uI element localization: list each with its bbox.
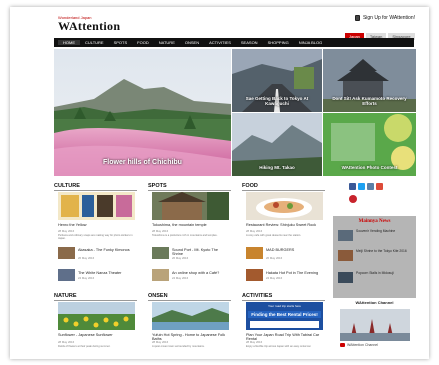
news-item-2-title: Meiji Shrine to the Tokyo Kite 2016 xyxy=(356,249,407,253)
hero-tile-1[interactable]: Sae Getting Back to Tokyo At Kawaguchi xyxy=(232,49,322,112)
play-icon[interactable] xyxy=(340,343,345,347)
section-culture-heading[interactable]: CULTURE xyxy=(54,183,137,191)
news-item-3-image xyxy=(338,272,353,283)
hero-main-slide[interactable]: Flower hills of Chichibu xyxy=(54,49,231,176)
hero-caption: Flower hills of Chichibu xyxy=(103,159,182,166)
spots-item-1-date: 26 May 2016 xyxy=(172,256,189,260)
site-logo[interactable]: WAttention xyxy=(58,19,120,34)
culture-item-1-date: 26 May 2016 xyxy=(78,256,95,260)
food-item-2-image[interactable] xyxy=(246,269,263,281)
food-feature-title[interactable]: Restaurant Review: Shinjuku Sweet Rock xyxy=(246,223,323,227)
pinterest-icon[interactable] xyxy=(349,195,357,203)
main-nav: HOME CULTURE SPOTS FOOD NATURE ONSEN ACT… xyxy=(54,38,414,47)
signup-label: Sign Up for WAttention! xyxy=(362,15,415,21)
facebook-icon[interactable] xyxy=(349,183,356,190)
food-item-2-date: 24 May 2016 xyxy=(266,276,283,280)
news-title: Mainnya News xyxy=(358,219,391,224)
food-feature-text: A cosy cafe with great desserts near the… xyxy=(246,234,302,237)
culture-feature-image[interactable] xyxy=(58,192,135,220)
nature-feature-image[interactable] xyxy=(58,302,135,330)
nav-ninja-blog[interactable]: NINJA BLOG xyxy=(294,40,328,45)
activities-feature-date: 28 May 2016 xyxy=(246,340,263,344)
nav-food[interactable]: FOOD xyxy=(132,40,154,45)
channel-heading: WAttention Channel xyxy=(355,300,394,305)
activities-banner-main: Finding the Best Rental Prices! xyxy=(248,311,321,318)
section-food-heading[interactable]: FOOD xyxy=(242,183,325,191)
food-item-1-image[interactable] xyxy=(246,247,263,259)
food-feature-image[interactable] xyxy=(246,192,323,220)
channel-caption: WAttention Channel xyxy=(347,343,378,347)
activities-banner-top: Your road trip starts here xyxy=(268,304,301,308)
food-item-1-title[interactable]: MAD BURGERS xyxy=(266,248,323,252)
spots-feature-title[interactable]: Tokushima, the mountain temple xyxy=(152,223,229,227)
nav-season[interactable]: SEASON xyxy=(236,40,263,45)
twitter-icon[interactable] xyxy=(358,183,365,190)
spots-item-2-title[interactable]: An online shop with a Café? xyxy=(172,271,229,275)
spots-item-2-image[interactable] xyxy=(152,269,169,281)
onsen-feature-image[interactable] xyxy=(152,302,229,330)
hero-tile-3-caption: Hiking Mt. Takao xyxy=(259,165,295,170)
nav-activities[interactable]: ACTIVITIES xyxy=(204,40,236,45)
signup-link[interactable]: Sign Up for WAttention! xyxy=(354,15,415,21)
food-item-1-date: 26 May 2016 xyxy=(266,256,283,260)
section-onsen-heading[interactable]: ONSEN xyxy=(148,293,231,301)
spots-feature-date: 28 May 2016 xyxy=(152,229,169,233)
hero-tile-1-caption: Sae Getting Back to Tokyo At Kawaguchi xyxy=(245,96,309,106)
culture-item-1-title[interactable]: Akasaka - The Funky Kimonos xyxy=(78,248,135,252)
nav-shopping[interactable]: SHOPPING xyxy=(263,40,294,45)
food-feature-date: 28 May 2016 xyxy=(246,229,263,233)
culture-feature-date: 28 May 2016 xyxy=(58,229,75,233)
nature-feature-title[interactable]: Sunflower - Japanese Sunflower xyxy=(58,333,135,337)
nav-nature[interactable]: NATURE xyxy=(154,40,180,45)
nature-feature-date: 28 May 2016 xyxy=(58,340,75,344)
mail-icon[interactable] xyxy=(367,183,374,190)
spots-item-1-image[interactable] xyxy=(152,247,169,259)
culture-feature-title[interactable]: Henro the Yellow xyxy=(58,223,135,227)
nature-feature-text: Fields of flowers at their peak during s… xyxy=(58,345,111,348)
spots-item-2-date: 24 May 2016 xyxy=(172,276,189,280)
activities-banner[interactable]: Your road trip starts here Finding the B… xyxy=(246,302,323,330)
activities-feature-text: Enjoy a flexible trip across Japan with … xyxy=(246,345,312,348)
culture-item-2-image[interactable] xyxy=(58,269,75,281)
hero-image xyxy=(54,49,231,176)
section-nature-heading[interactable]: NATURE xyxy=(54,293,137,301)
culture-item-2-date: 24 May 2016 xyxy=(78,276,95,280)
news-item-3-title: Popcorn Stalls in Midosuji xyxy=(356,271,394,275)
culture-feature-text: Purikura and ordinary snaps are making w… xyxy=(58,234,133,241)
hero-tile-3[interactable]: Hiking Mt. Takao xyxy=(232,113,322,176)
spots-feature-text: Tokushima is a prefecture rich in mounta… xyxy=(152,234,218,237)
nav-culture[interactable]: CULTURE xyxy=(80,40,109,45)
onsen-feature-date: 28 May 2016 xyxy=(152,340,169,344)
nav-home[interactable]: HOME xyxy=(58,40,80,45)
google-plus-icon[interactable] xyxy=(376,183,383,190)
channel-video[interactable] xyxy=(340,309,410,341)
hero-tile-2[interactable]: Dont Sit! Ask Kumamoto Recovery Efforts xyxy=(323,49,416,112)
social-links xyxy=(349,183,383,190)
culture-item-1-image[interactable] xyxy=(58,247,75,259)
browser-page: Wonderland Japan WAttention Sign Up for … xyxy=(10,7,429,359)
news-item-2-image xyxy=(338,250,353,261)
news-item-1-title: Souvenir Vending Machine xyxy=(356,229,396,233)
channel-caption-row: WAttention Channel xyxy=(340,343,378,347)
sidebar-news: Mainnya News Souvenir Vending Machine Me… xyxy=(333,216,416,298)
hero-tile-4-caption: WAttention Photo Contest xyxy=(341,165,398,170)
nav-spots[interactable]: SPOTS xyxy=(109,40,133,45)
news-item-1-image xyxy=(338,230,353,241)
news-item-3[interactable]: Popcorn Stalls in Midosuji xyxy=(338,271,413,286)
spots-feature-image[interactable] xyxy=(152,192,229,220)
section-activities-heading[interactable]: ACTIVITIES xyxy=(242,293,325,301)
lock-icon xyxy=(354,15,360,21)
section-spots-heading[interactable]: SPOTS xyxy=(148,183,231,191)
culture-item-2-title[interactable]: The White Nanza Theater xyxy=(78,271,135,275)
hero-tile-4[interactable]: WAttention Photo Contest xyxy=(323,113,416,176)
food-item-2-title[interactable]: Hakata Hot Pot in The Evening xyxy=(266,271,323,275)
onsen-feature-text: A quiet onsen town surrounded by mountai… xyxy=(152,345,205,348)
news-item-1[interactable]: Souvenir Vending Machine xyxy=(338,229,413,244)
hero-tile-2-caption: Dont Sit! Ask Kumamoto Recovery Efforts xyxy=(332,96,407,106)
nav-onsen[interactable]: ONSEN xyxy=(180,40,204,45)
news-item-2[interactable]: Meiji Shrine to the Tokyo Kite 2016 xyxy=(338,249,413,264)
